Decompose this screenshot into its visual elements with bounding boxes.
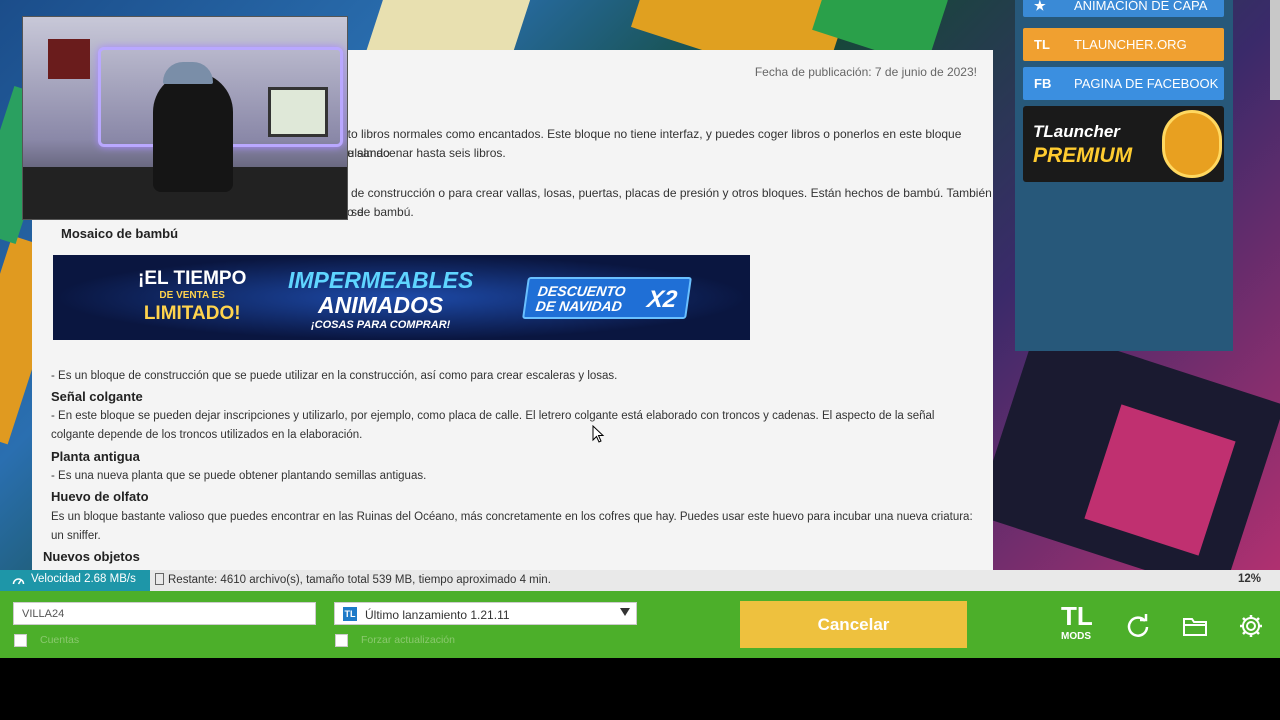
- paragraph-mosaico: - Es un bloque de construcción que se pu…: [51, 370, 618, 382]
- force-update-label: Forzar actualización: [361, 634, 455, 646]
- webcam-overlay: [22, 16, 348, 220]
- promo-line: IMPERMEABLES: [288, 267, 474, 293]
- facebook-button[interactable]: FB PAGINA DE FACEBOOK: [1023, 67, 1224, 100]
- paragraph-planta: - Es una nueva planta que se puede obten…: [51, 470, 427, 482]
- tl-mods-logo[interactable]: TL MODS: [1061, 603, 1101, 649]
- promo-line: ¡COSAS PARA COMPRAR!: [310, 319, 451, 331]
- heading-nuevos-objetos: Nuevos objetos: [43, 549, 140, 564]
- tl-logo-text: TL: [1061, 601, 1093, 631]
- version-select[interactable]: TL Último lanzamiento 1.21.11: [334, 602, 637, 625]
- cape-animation-button[interactable]: ★ ANIMACIÓN DE CAPA: [1023, 0, 1224, 17]
- premium-banner[interactable]: TLauncher PREMIUM: [1023, 106, 1224, 182]
- username-input[interactable]: [13, 602, 316, 625]
- promo-line: DE VENTA ES: [159, 290, 225, 301]
- heading-planta: Planta antigua: [51, 449, 140, 464]
- premium-title: TLauncher: [1033, 122, 1120, 141]
- webcam-person: [153, 72, 233, 192]
- file-icon: [155, 573, 164, 585]
- download-percent: 12%: [1237, 573, 1261, 585]
- star-icon: ★: [1034, 0, 1046, 13]
- dropdown-arrow-icon[interactable]: [620, 608, 630, 616]
- version-selected: Último lanzamiento 1.21.11: [365, 608, 510, 622]
- cape-animation-label: ANIMACIÓN DE CAPA: [1074, 0, 1208, 13]
- remaining-info: Restante: 4610 archivo(s), tamaño total …: [155, 573, 551, 586]
- tlauncher-org-label: TLAUNCHER.ORG: [1074, 37, 1187, 52]
- fb-icon: FB: [1034, 76, 1052, 91]
- promo-line: ¡EL TIEMPO: [138, 268, 247, 289]
- page-scrollbar[interactable]: [1270, 0, 1280, 100]
- letterbox-bar: [0, 658, 1280, 720]
- paragraph-fragment: de construcción o para crear vallas, los…: [351, 186, 992, 219]
- paragraph-huevo: Es un bloque bastante valioso que puedes…: [51, 511, 973, 542]
- heading-senal: Señal colgante: [51, 389, 143, 404]
- tl-version-icon: TL: [343, 607, 357, 621]
- right-sidebar: ★ ANIMACIÓN DE CAPA TL TLAUNCHER.ORG FB …: [1015, 0, 1233, 351]
- promo-line: LIMITADO!: [143, 303, 241, 324]
- paragraph-fragment: o de bambú.: [347, 205, 414, 219]
- remaining-text: Restante: 4610 archivo(s), tamaño total …: [168, 574, 551, 586]
- facebook-label: PAGINA DE FACEBOOK: [1074, 76, 1219, 91]
- cancel-button[interactable]: Cancelar: [740, 601, 967, 648]
- accounts-label: Cuentas: [40, 634, 80, 646]
- promo-badge-x2: X2: [645, 286, 679, 313]
- webcam-monitor: [268, 87, 328, 137]
- speed-indicator: Velocidad 2.68 MB/s: [0, 570, 150, 591]
- heading-huevo: Huevo de olfato: [51, 489, 149, 504]
- promo-discount-badge: DESCUENTO DE NAVIDAD X2: [522, 277, 692, 319]
- promo-mid-text: IMPERMEABLES ANIMADOS ¡COSAS PARA COMPRA…: [288, 269, 473, 331]
- promo-badge-text: DESCUENTO DE NAVIDAD: [534, 283, 627, 314]
- speed-text: Velocidad 2.68 MB/s: [31, 573, 136, 585]
- heading-mosaico: Mosaico de bambú: [61, 226, 179, 241]
- promo-left-text: ¡EL TIEMPO DE VENTA ES LIMITADO!: [138, 269, 246, 323]
- tlauncher-org-button[interactable]: TL TLAUNCHER.ORG: [1023, 28, 1224, 61]
- refresh-icon[interactable]: [1125, 613, 1151, 639]
- mouse-cursor-icon: [592, 425, 605, 443]
- tl-icon: TL: [1034, 37, 1050, 52]
- creeper-medal-icon: [1162, 110, 1222, 178]
- speedometer-icon: [12, 578, 25, 585]
- settings-gear-icon[interactable]: [1238, 613, 1264, 639]
- paragraph-senal: - En este bloque se pueden dejar inscrip…: [51, 410, 935, 441]
- launcher-bottom-bar: Cuentas TL Último lanzamiento 1.21.11 Fo…: [0, 591, 1280, 658]
- accounts-checkbox[interactable]: [14, 634, 27, 647]
- force-update-checkbox[interactable]: [335, 634, 348, 647]
- mods-logo-text: MODS: [1061, 631, 1091, 642]
- promo-banner[interactable]: ¡EL TIEMPO DE VENTA ES LIMITADO! IMPERME…: [53, 255, 750, 340]
- publication-date: Fecha de publicación: 7 de junio de 2023…: [754, 65, 977, 79]
- premium-subtitle: PREMIUM: [1033, 144, 1133, 167]
- download-status-bar: Velocidad 2.68 MB/s Restante: 4610 archi…: [0, 570, 1280, 591]
- folder-icon[interactable]: [1182, 613, 1208, 639]
- webcam-poster: [48, 39, 90, 79]
- promo-line: ANIMADOS: [318, 292, 444, 318]
- paragraph-fragment: e almacenar hasta seis libros.: [347, 146, 506, 160]
